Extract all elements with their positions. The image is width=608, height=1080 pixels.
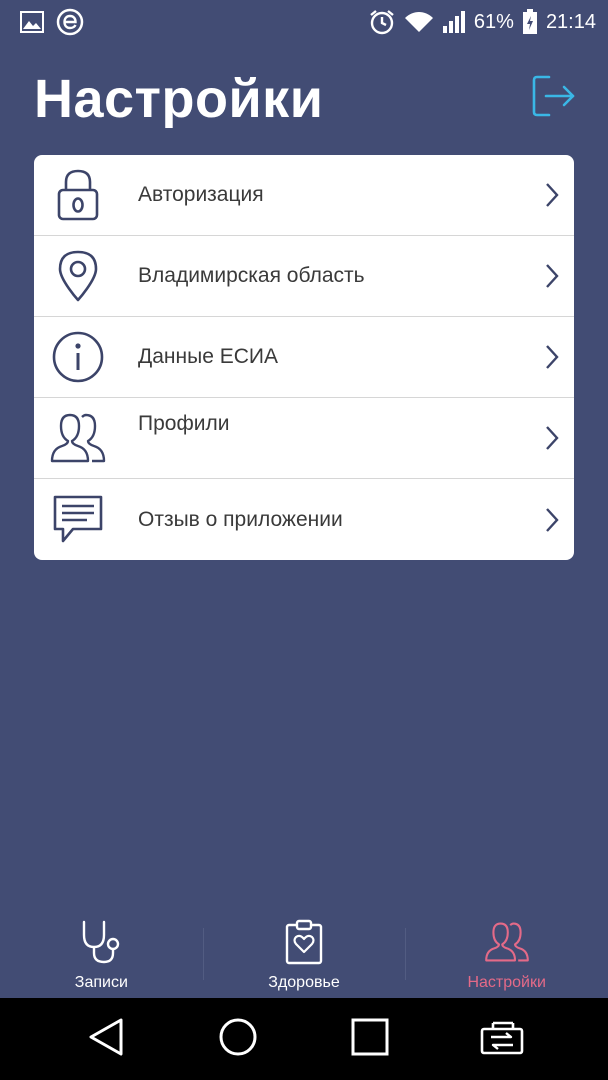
browser-e-notification-icon [56, 8, 84, 36]
tab-records[interactable]: Записи [0, 906, 203, 998]
back-button[interactable] [76, 1009, 136, 1069]
settings-item-profiles[interactable]: Профили [34, 398, 574, 479]
recents-square-icon [351, 1018, 389, 1061]
chevron-right-icon [542, 342, 562, 372]
gallery-notification-icon [20, 11, 44, 33]
status-right: 61% 21:14 [368, 8, 596, 36]
page-title: Настройки [34, 69, 324, 129]
status-bar: 61% 21:14 [0, 0, 608, 44]
switch-app-icon [479, 1019, 525, 1060]
tab-health[interactable]: Здоровье [202, 906, 406, 998]
android-nav-bar [0, 998, 608, 1080]
settings-item-label: Отзыв о приложении [138, 507, 343, 531]
header: Настройки [0, 60, 608, 140]
chat-message-icon [48, 490, 108, 550]
battery-percent: 61% [473, 10, 514, 33]
settings-item-label: Профили [138, 412, 230, 435]
settings-item-label: Данные ЕСИА [138, 345, 278, 368]
settings-item-label: Владимирская область [138, 264, 365, 287]
clipboard-heart-icon [280, 918, 328, 966]
stethoscope-icon [77, 918, 125, 966]
users-icon [483, 918, 531, 966]
battery-icon [522, 9, 538, 35]
settings-item-authorization[interactable]: Авторизация [34, 155, 574, 236]
tab-settings[interactable]: Настройки [405, 906, 608, 998]
home-button[interactable] [208, 1009, 268, 1069]
home-circle-icon [218, 1017, 258, 1062]
settings-item-label: Авторизация [138, 183, 264, 206]
tab-label: Здоровье [268, 974, 340, 991]
wifi-icon [404, 10, 434, 34]
lock-icon [48, 165, 108, 225]
location-pin-icon [48, 246, 108, 306]
recents-button[interactable] [340, 1009, 400, 1069]
chevron-right-icon [542, 261, 562, 291]
tab-label: Настройки [467, 974, 546, 991]
settings-item-feedback[interactable]: Отзыв о приложении [34, 479, 574, 560]
alarm-icon [368, 8, 396, 36]
tab-label: Записи [74, 974, 128, 991]
users-icon [48, 408, 108, 468]
back-triangle-icon [87, 1017, 125, 1062]
status-left [20, 8, 84, 36]
switch-app-button[interactable] [472, 1009, 532, 1069]
info-icon [48, 327, 108, 387]
settings-list: Авторизация Владимирская область Данные … [34, 155, 574, 560]
chevron-right-icon [542, 423, 562, 453]
chevron-right-icon [542, 180, 562, 210]
logout-button[interactable] [530, 74, 578, 122]
clock: 21:14 [545, 10, 596, 33]
bottom-tab-bar: Записи Здоровье Настройки [0, 906, 608, 998]
signal-icon [442, 10, 466, 34]
chevron-right-icon [542, 505, 562, 535]
logout-icon [531, 74, 577, 123]
settings-item-region[interactable]: Владимирская область [34, 236, 574, 317]
settings-item-esia-data[interactable]: Данные ЕСИА [34, 317, 574, 398]
